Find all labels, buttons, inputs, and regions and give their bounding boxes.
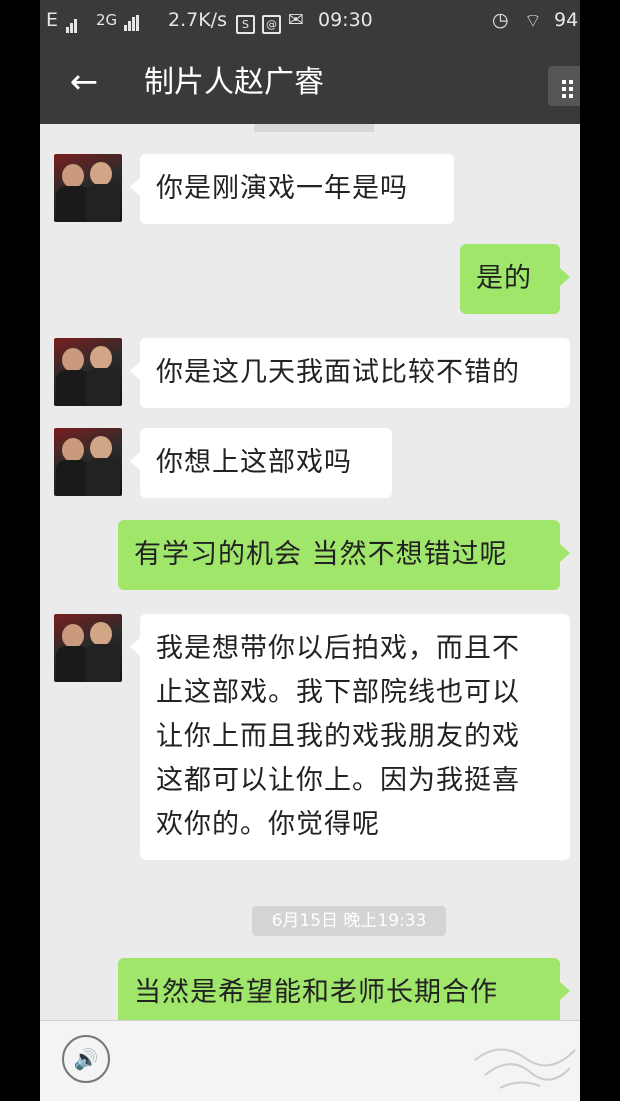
message-bubble-outgoing[interactable]: 是的	[460, 244, 570, 314]
chat-title: 制片人赵广睿	[144, 65, 324, 100]
message-line: 让你上而且我的戏我朋友的戏	[156, 721, 520, 752]
voice-input-icon[interactable]: 🔊	[62, 1035, 110, 1083]
message-line: 止这部戏。我下部院线也可以	[156, 677, 520, 708]
message-timestamp: 6月15日 晚上19:33	[252, 906, 446, 936]
alarm-icon: ◷	[492, 9, 509, 31]
message-bubble-outgoing[interactable]: 当然是希望能和老师长期合作	[118, 958, 570, 1028]
chat-header: ← 制片人赵广睿	[40, 42, 580, 124]
load-indicator	[254, 124, 374, 132]
message-bubble-incoming[interactable]: 你是这几天我面试比较不错的	[130, 338, 570, 408]
message-line: 欢你的。你觉得呢	[156, 809, 380, 840]
network-indicator-1: E	[46, 9, 78, 33]
status-bar: E 2G 2.7K/s S @ ✉ 09:30 ◷ ⌔ 94	[40, 0, 580, 42]
s-app-icon: S	[236, 9, 255, 34]
network-type-label: E	[46, 9, 59, 31]
network-type-2-label: 2G	[96, 11, 118, 29]
message-bubble-incoming[interactable]: 你是刚演戏一年是吗	[130, 154, 454, 224]
app-notification-icon: @	[262, 9, 281, 34]
contact-avatar[interactable]	[54, 338, 122, 406]
message-line: 我是想带你以后拍戏，而且不	[156, 633, 520, 664]
network-speed: 2.7K/s	[168, 9, 227, 31]
watermark-logo	[474, 1048, 576, 1089]
more-options-button[interactable]	[548, 66, 580, 106]
message-bubble-incoming-long[interactable]: 我是想带你以后拍戏，而且不 止这部戏。我下部院线也可以 让你上而且我的戏我朋友的…	[130, 614, 570, 860]
message-line: 这都可以让你上。因为我挺喜	[156, 765, 520, 796]
back-arrow-icon[interactable]: ←	[64, 60, 104, 106]
contact-avatar[interactable]	[54, 614, 122, 682]
network-indicator-2: 2G	[96, 11, 140, 31]
grid-dots-icon	[562, 80, 580, 101]
message-bubble-outgoing[interactable]: 有学习的机会 当然不想错过呢	[118, 520, 570, 590]
contact-avatar[interactable]	[54, 428, 122, 496]
mail-icon: ✉	[288, 9, 304, 31]
phone-screen: E 2G 2.7K/s S @ ✉ 09:30 ◷ ⌔ 94 ← 制片人赵广睿 …	[40, 0, 580, 1101]
battery-level: 94	[554, 9, 579, 31]
message-bubble-incoming[interactable]: 你想上这部戏吗	[130, 428, 392, 498]
message-list[interactable]: 你是刚演戏一年是吗 是的 你是这几天我面试比较不错的 你想上这部戏吗 有学习的机…	[40, 124, 580, 1028]
contact-avatar[interactable]	[54, 154, 122, 222]
wifi-icon: ⌔	[524, 10, 542, 32]
status-time: 09:30	[318, 9, 373, 31]
signal-icon-2	[123, 13, 140, 31]
signal-icon	[66, 11, 78, 33]
